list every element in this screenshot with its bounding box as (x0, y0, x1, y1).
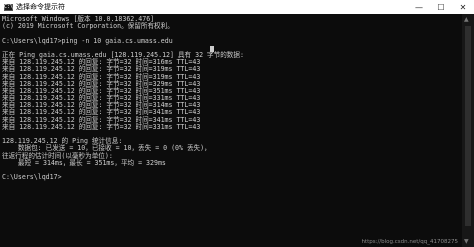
scroll-up-icon[interactable]: ▲ (464, 16, 469, 23)
scroll-down-icon[interactable]: ▼ (464, 238, 469, 245)
watermark-text: https://blog.csdn.net/qq_41708275 (361, 239, 458, 245)
window-title: 选择命令提示符 (16, 3, 65, 11)
console-line: C:\Users\lqd17>ping -n 10 gaia.cs.umass.… (2, 36, 173, 45)
console-line: C:\Users\lqd17> (2, 173, 62, 182)
text-cursor (210, 46, 214, 52)
console-output[interactable]: Microsoft Windows [版本 10.0.18362.476] (c)… (2, 15, 460, 245)
minimize-button[interactable]: — (408, 0, 430, 14)
window-controls: — ☐ ✕ (408, 0, 474, 14)
close-button[interactable]: ✕ (452, 0, 474, 14)
terminal-icon-glyph: C:\ (3, 3, 14, 10)
terminal-icon: C:\ (3, 3, 14, 11)
console-line: 最短 = 314ms，最长 = 351ms，平均 = 329ms (2, 158, 166, 167)
maximize-button[interactable]: ☐ (430, 0, 452, 14)
console-line: 来自 128.119.245.12 的回复: 字节=32 时间=331ms TT… (2, 122, 201, 131)
console-line: (c) 2019 Microsoft Corporation。保留所有权利。 (2, 22, 174, 31)
vertical-scrollbar[interactable]: ▲ ▼ (462, 14, 474, 247)
title-bar[interactable]: C:\ 选择命令提示符 — ☐ ✕ (0, 0, 474, 14)
scroll-thumb[interactable] (465, 26, 471, 226)
command-prompt-window: C:\ 选择命令提示符 — ☐ ✕ Microsoft Windows [版本 … (0, 0, 474, 247)
